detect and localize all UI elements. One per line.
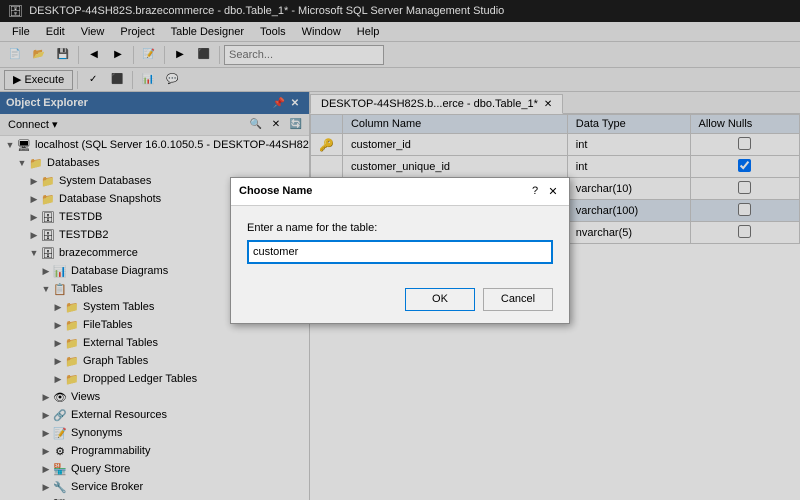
dialog-close-btn[interactable]: ✕ — [545, 183, 561, 199]
dialog-title-buttons: ? ✕ — [527, 183, 561, 199]
choose-name-dialog: Choose Name ? ✕ Enter a name for the tab… — [230, 177, 570, 324]
dialog-title: Choose Name — [239, 185, 312, 197]
dialog-body: Enter a name for the table: — [231, 206, 569, 280]
dialog-help-btn[interactable]: ? — [527, 183, 543, 199]
cancel-button[interactable]: Cancel — [483, 288, 553, 311]
ok-button[interactable]: OK — [405, 288, 475, 311]
table-name-input[interactable] — [247, 240, 553, 264]
dialog-title-bar: Choose Name ? ✕ — [231, 178, 569, 206]
dialog-label: Enter a name for the table: — [247, 222, 553, 234]
dialog-overlay: Choose Name ? ✕ Enter a name for the tab… — [0, 0, 800, 500]
dialog-footer: OK Cancel — [231, 280, 569, 323]
